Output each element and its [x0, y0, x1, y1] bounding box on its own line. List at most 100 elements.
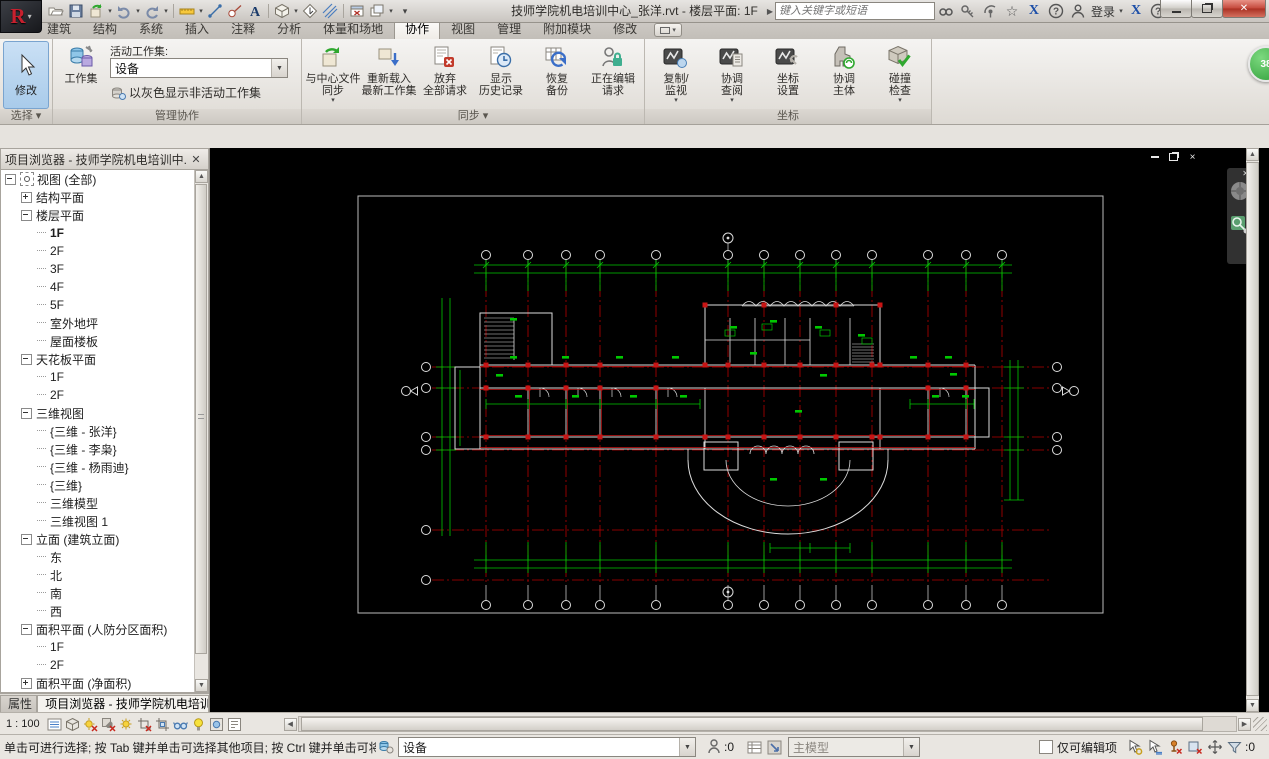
show-history-button[interactable]: 显示 历史记录 — [473, 41, 529, 107]
select-pinned-elements-toggle-icon[interactable] — [1165, 738, 1185, 757]
editing-requests-icon[interactable] — [704, 738, 724, 757]
tree-item-南[interactable]: 南 — [1, 584, 208, 602]
chevron-down-icon[interactable]: ▾ — [387, 7, 395, 15]
tree-item-三维视图[interactable]: 三维视图 — [1, 404, 208, 422]
select-panel-label[interactable]: 选择 ▾ — [0, 109, 52, 124]
horizontal-scrollbar[interactable] — [297, 716, 1237, 732]
tree-item-面积平面 (净面积)[interactable]: 面积平面 (净面积) — [1, 674, 208, 692]
gray-inactive-worksets-toggle[interactable]: 以灰色显示非活动工作集 — [110, 84, 288, 101]
exchange-apps-icon[interactable]: X — [1125, 2, 1147, 20]
tree-item-4F[interactable]: 4F — [1, 278, 208, 296]
coordination-settings-button[interactable]: 坐标 设置 — [760, 41, 816, 107]
copy-monitor-button[interactable]: 复制/监视 ▾ — [648, 41, 704, 107]
active-workset-select[interactable]: 设备 ▼ — [110, 58, 288, 78]
tree-item-东[interactable]: 东 — [1, 548, 208, 566]
coordination-review-button[interactable]: 协调 查阅 ▾ — [704, 41, 760, 107]
tree-item-5F[interactable]: 5F — [1, 296, 208, 314]
close-icon[interactable]: ✕ — [188, 151, 204, 167]
tree-item-{三维 - 张洋}[interactable]: {三维 - 张洋} — [1, 422, 208, 440]
scroll-right-icon[interactable]: ▶ — [1238, 717, 1251, 731]
section-icon[interactable] — [300, 2, 320, 20]
help-icon[interactable]: ? — [1045, 2, 1067, 20]
tree-item-面积平面 (总建筑面积)[interactable]: 面积平面 (总建筑面积) — [1, 692, 208, 693]
tree-item-{三维 - 李枭}[interactable]: {三维 - 李枭} — [1, 440, 208, 458]
expand-icon[interactable] — [21, 191, 32, 203]
infocenter-collapse-icon[interactable]: ▶ — [767, 7, 773, 16]
tree-item-1F[interactable]: 1F — [1, 224, 208, 242]
scrollbar-thumb[interactable] — [195, 184, 207, 654]
save-icon[interactable] — [66, 2, 86, 20]
ribbon-minimize-toggle[interactable]: ▾ — [654, 23, 683, 37]
tree-item-2F[interactable]: 2F — [1, 656, 208, 674]
search-icon[interactable] — [935, 2, 957, 20]
collapse-icon[interactable] — [21, 407, 32, 419]
aligned-dimension-icon[interactable] — [205, 2, 225, 20]
tree-item-2F[interactable]: 2F — [1, 386, 208, 404]
default-3d-view-icon[interactable] — [272, 2, 292, 20]
shadows-icon[interactable] — [100, 715, 118, 733]
scrollbar-thumb[interactable] — [300, 717, 1203, 731]
temporary-hide-isolate-icon[interactable] — [172, 715, 190, 733]
chevron-down-icon[interactable]: ▾ — [134, 7, 142, 15]
editing-requests-button[interactable]: 正在编辑 请求 — [585, 41, 641, 107]
scroll-up-icon[interactable]: ▲ — [1246, 148, 1259, 161]
favorites-icon[interactable]: ☆ — [1001, 2, 1023, 20]
redo-icon[interactable] — [142, 2, 162, 20]
open-icon[interactable] — [46, 2, 66, 20]
view-close-icon[interactable]: × — [1186, 151, 1199, 163]
customize-qat-icon[interactable]: ▾ — [395, 2, 415, 20]
close-hidden-windows-icon[interactable] — [347, 2, 367, 20]
synchronize-panel-label[interactable]: 同步 ▾ — [302, 109, 644, 124]
tree-item-楼层平面[interactable]: 楼层平面 — [1, 206, 208, 224]
modify-button[interactable]: 修改 — [3, 41, 49, 109]
text-icon[interactable]: A — [245, 2, 265, 20]
worksharing-display-icon[interactable] — [208, 715, 226, 733]
collapse-icon[interactable] — [21, 533, 32, 545]
view-scale-button[interactable]: 1 : 100 — [0, 715, 46, 733]
scroll-down-icon[interactable]: ▼ — [1246, 699, 1259, 712]
worksets-dialog-icon[interactable] — [744, 738, 764, 757]
reveal-hidden-elements-icon[interactable] — [190, 715, 208, 733]
drawing-area[interactable]: × ✕ — [210, 148, 1269, 712]
chevron-down-icon[interactable]: ▾ — [197, 7, 205, 15]
tree-item-屋面楼板[interactable]: 屋面楼板 — [1, 332, 208, 350]
floor-plan-drawing[interactable] — [210, 148, 1269, 715]
crop-view-icon[interactable] — [136, 715, 154, 733]
tree-item-天花板平面[interactable]: 天花板平面 — [1, 350, 208, 368]
tree-item-北[interactable]: 北 — [1, 566, 208, 584]
select-underlay-elements-toggle-icon[interactable] — [1145, 738, 1165, 757]
select-elements-by-face-toggle-icon[interactable] — [1185, 738, 1205, 757]
synchronize-with-central-button[interactable]: 与中心文件 同步 ▾ — [305, 41, 361, 107]
scrollbar-thumb[interactable] — [1246, 162, 1259, 696]
tree-item-1F[interactable]: 1F — [1, 638, 208, 656]
panel-tab-project-browser[interactable]: 项目浏览器 - 技师学院机电培训... — [37, 695, 209, 712]
project-browser-titlebar[interactable]: 项目浏览器 - 技师学院机电培训中... ✕ — [0, 148, 209, 170]
tree-item-三维模型[interactable]: 三维模型 — [1, 494, 208, 512]
chevron-down-icon[interactable]: ▾ — [106, 7, 114, 15]
communication-center-icon[interactable] — [979, 2, 1001, 20]
collapse-icon[interactable] — [21, 353, 32, 365]
tree-item-1F[interactable]: 1F — [1, 368, 208, 386]
relinquish-all-requests-button[interactable]: 放弃 全部请求 — [417, 41, 473, 107]
tree-item-立面 (建筑立面)[interactable]: 立面 (建筑立面) — [1, 530, 208, 548]
tree-item-结构平面[interactable]: 结构平面 — [1, 188, 208, 206]
vertical-scrollbar[interactable]: ▲ ▼ — [1246, 148, 1259, 712]
restore-backup-button[interactable]: 恢复 备份 — [529, 41, 585, 107]
reload-latest-worksets-button[interactable]: 重新载入 最新工作集 — [361, 41, 417, 107]
tree-item-面积平面 (人防分区面积)[interactable]: 面积平面 (人防分区面积) — [1, 620, 208, 638]
tree-item-视图 (全部)[interactable]: 视图 (全部) — [1, 170, 208, 188]
tree-item-西[interactable]: 西 — [1, 602, 208, 620]
application-menu-button[interactable]: R ▾ — [0, 0, 42, 33]
tree-item-2F[interactable]: 2F — [1, 242, 208, 260]
undo-icon[interactable] — [114, 2, 134, 20]
tree-item-室外地坪[interactable]: 室外地坪 — [1, 314, 208, 332]
exchange-apps-icon[interactable]: X — [1023, 2, 1045, 20]
show-crop-region-icon[interactable] — [154, 715, 172, 733]
worksets-status-icon[interactable] — [376, 738, 396, 757]
panel-tab-properties[interactable]: 属性 — [0, 695, 38, 712]
tree-item-{三维}[interactable]: {三维} — [1, 476, 208, 494]
collapse-icon[interactable] — [21, 623, 32, 635]
scroll-up-icon[interactable]: ▲ — [195, 170, 208, 183]
view-restore-icon[interactable] — [1167, 151, 1180, 163]
design-option-select[interactable]: 主模型 ▼ — [788, 737, 921, 757]
